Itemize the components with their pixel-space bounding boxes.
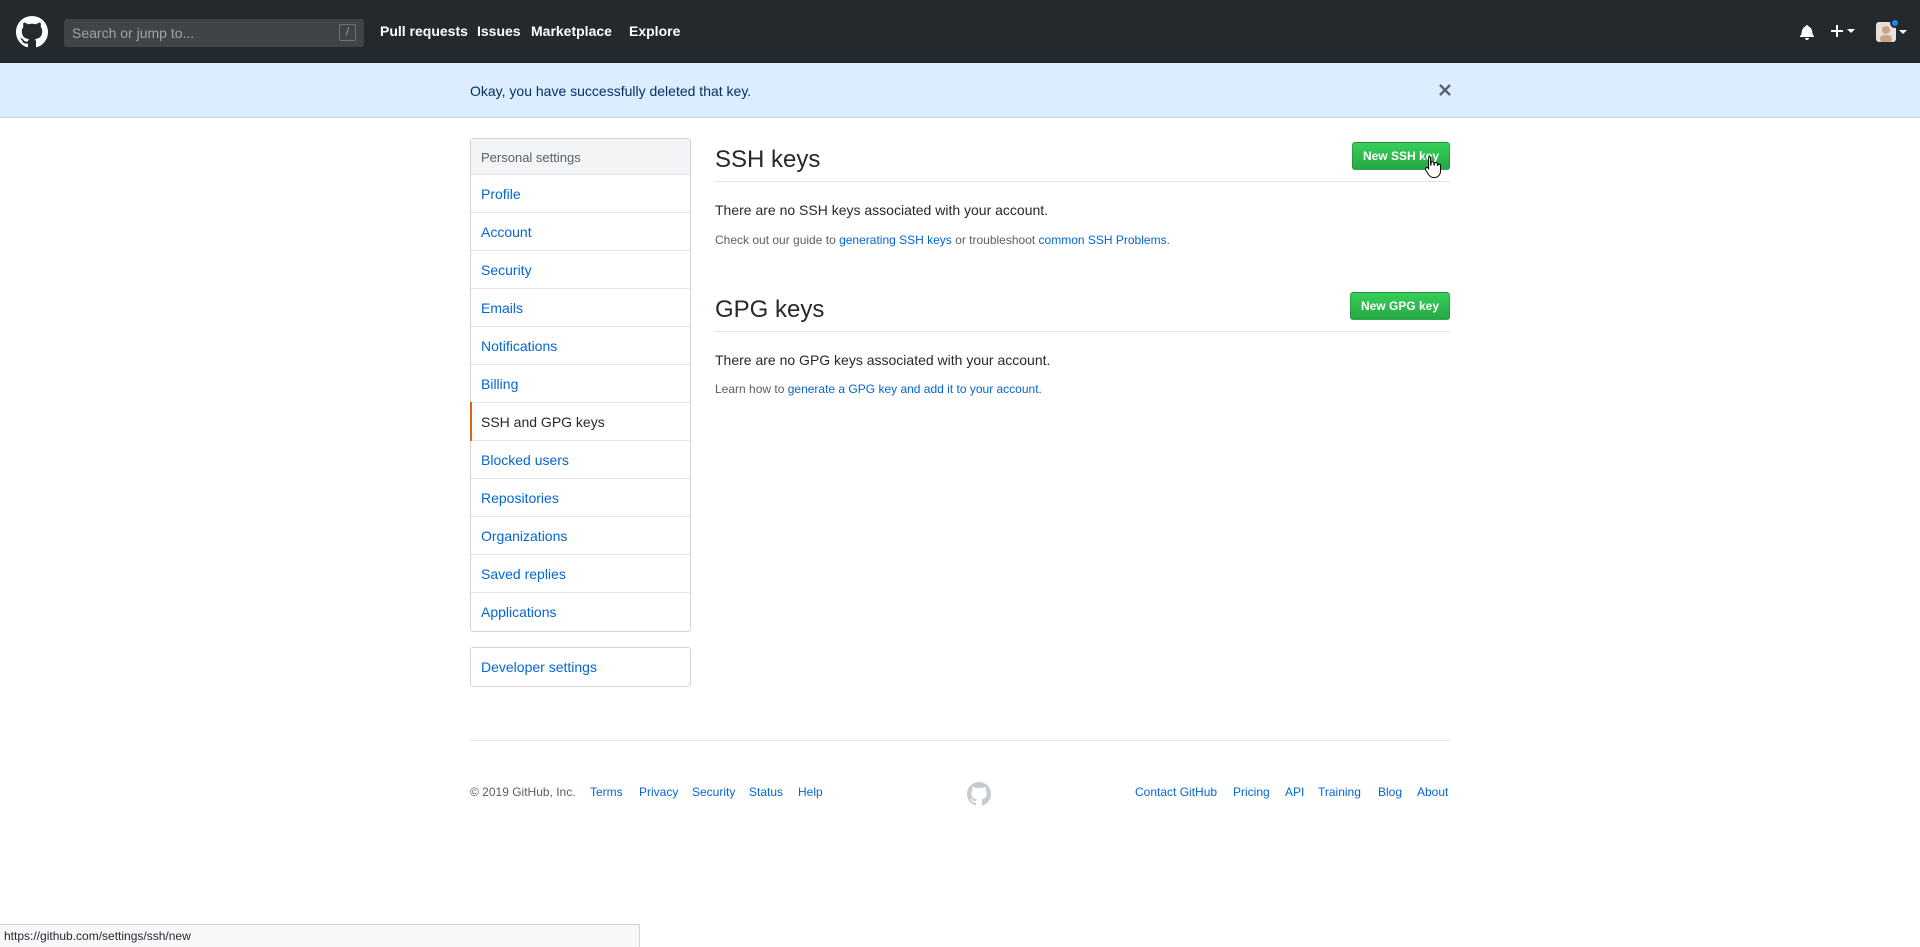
nav-pull-requests[interactable]: Pull requests <box>380 23 468 39</box>
status-url: https://github.com/settings/ssh/new <box>4 929 191 943</box>
search-shortcut-key: / <box>339 24 356 41</box>
generating-ssh-keys-link[interactable]: generating SSH keys <box>839 233 952 247</box>
footer-link-about[interactable]: About <box>1417 785 1448 799</box>
github-mark-icon[interactable] <box>967 782 991 806</box>
sidebar-item-saved-replies[interactable]: Saved replies <box>471 555 690 593</box>
caret-down-icon <box>1847 29 1855 34</box>
footer-link-privacy[interactable]: Privacy <box>639 785 678 799</box>
browser-status-bar: https://github.com/settings/ssh/new <box>0 924 640 947</box>
ssh-help-note: Check out our guide to generating SSH ke… <box>715 233 1170 247</box>
sidebar-item-notifications[interactable]: Notifications <box>471 327 690 365</box>
sidebar-item-developer-settings[interactable]: Developer settings <box>471 648 690 686</box>
sidebar-item-ssh-gpg-keys[interactable]: SSH and GPG keys <box>470 402 690 441</box>
footer-divider <box>470 740 1450 741</box>
sidebar-item-organizations[interactable]: Organizations <box>471 517 690 555</box>
user-menu-dropdown[interactable] <box>1876 18 1907 42</box>
flash-message: Okay, you have successfully deleted that… <box>470 83 752 99</box>
flash-notice: Okay, you have successfully deleted that… <box>0 63 1920 118</box>
sidebar-item-profile[interactable]: Profile <box>471 175 690 213</box>
search-input[interactable] <box>64 19 324 47</box>
nav-explore[interactable]: Explore <box>629 23 680 39</box>
sidebar-item-security[interactable]: Security <box>471 251 690 289</box>
ssh-note-middle: or troubleshoot <box>951 233 1039 247</box>
plus-icon <box>1831 25 1843 38</box>
gpg-help-note: Learn how to generate a GPG key and add … <box>715 382 1042 396</box>
sidebar-heading: Personal settings <box>471 139 690 175</box>
gpg-note-suffix: . <box>1038 382 1042 396</box>
search-box: / <box>64 19 364 47</box>
sidebar-item-repositories[interactable]: Repositories <box>471 479 690 517</box>
footer-link-status[interactable]: Status <box>749 785 783 799</box>
common-ssh-problems-link[interactable]: common SSH Problems <box>1039 233 1167 247</box>
new-gpg-key-button[interactable]: New GPG key <box>1349 292 1450 320</box>
footer-link-blog[interactable]: Blog <box>1378 785 1402 799</box>
gpg-keys-subhead: GPG keys New GPG key <box>715 290 1450 332</box>
github-logo-icon[interactable] <box>16 16 48 48</box>
gpg-note-prefix: Learn how to <box>715 382 788 396</box>
ssh-keys-title: SSH keys <box>715 146 821 173</box>
developer-settings-menu: Developer settings <box>470 647 691 687</box>
create-new-dropdown[interactable] <box>1830 22 1855 39</box>
notification-dot-icon <box>1890 18 1900 28</box>
nav-marketplace[interactable]: Marketplace <box>531 23 612 39</box>
ssh-note-suffix: . <box>1166 233 1170 247</box>
sidebar-item-account[interactable]: Account <box>471 213 690 251</box>
footer-link-api[interactable]: API <box>1285 785 1304 799</box>
ssh-empty-message: There are no SSH keys associated with yo… <box>715 202 1049 218</box>
caret-down-icon <box>1899 30 1907 34</box>
footer-link-help[interactable]: Help <box>798 785 823 799</box>
footer-link-security[interactable]: Security <box>692 785 735 799</box>
sidebar-item-applications[interactable]: Applications <box>471 593 690 631</box>
sidebar-item-blocked-users[interactable]: Blocked users <box>471 441 690 479</box>
nav-issues[interactable]: Issues <box>477 23 521 39</box>
gpg-keys-title: GPG keys <box>715 296 825 323</box>
footer-link-terms[interactable]: Terms <box>590 785 623 799</box>
notifications-bell-icon[interactable] <box>1800 24 1814 43</box>
footer-link-training[interactable]: Training <box>1318 785 1361 799</box>
global-header: / Pull requests Issues Marketplace Explo… <box>0 0 1920 63</box>
settings-sidebar: Personal settings Profile Account Securi… <box>470 138 691 632</box>
generate-gpg-key-link[interactable]: generate a GPG key and add it to your ac… <box>788 382 1039 396</box>
ssh-note-prefix: Check out our guide to <box>715 233 840 247</box>
footer-link-contact[interactable]: Contact GitHub <box>1135 785 1217 799</box>
footer-copyright: © 2019 GitHub, Inc. <box>470 785 576 799</box>
sidebar-item-emails[interactable]: Emails <box>471 289 690 327</box>
hand-cursor-icon <box>1424 156 1441 178</box>
footer-link-pricing[interactable]: Pricing <box>1233 785 1270 799</box>
gpg-empty-message: There are no GPG keys associated with yo… <box>715 352 1051 368</box>
close-icon[interactable] <box>1436 81 1454 99</box>
ssh-keys-subhead: SSH keys New SSH key <box>715 140 1450 182</box>
sidebar-item-billing[interactable]: Billing <box>471 365 690 403</box>
